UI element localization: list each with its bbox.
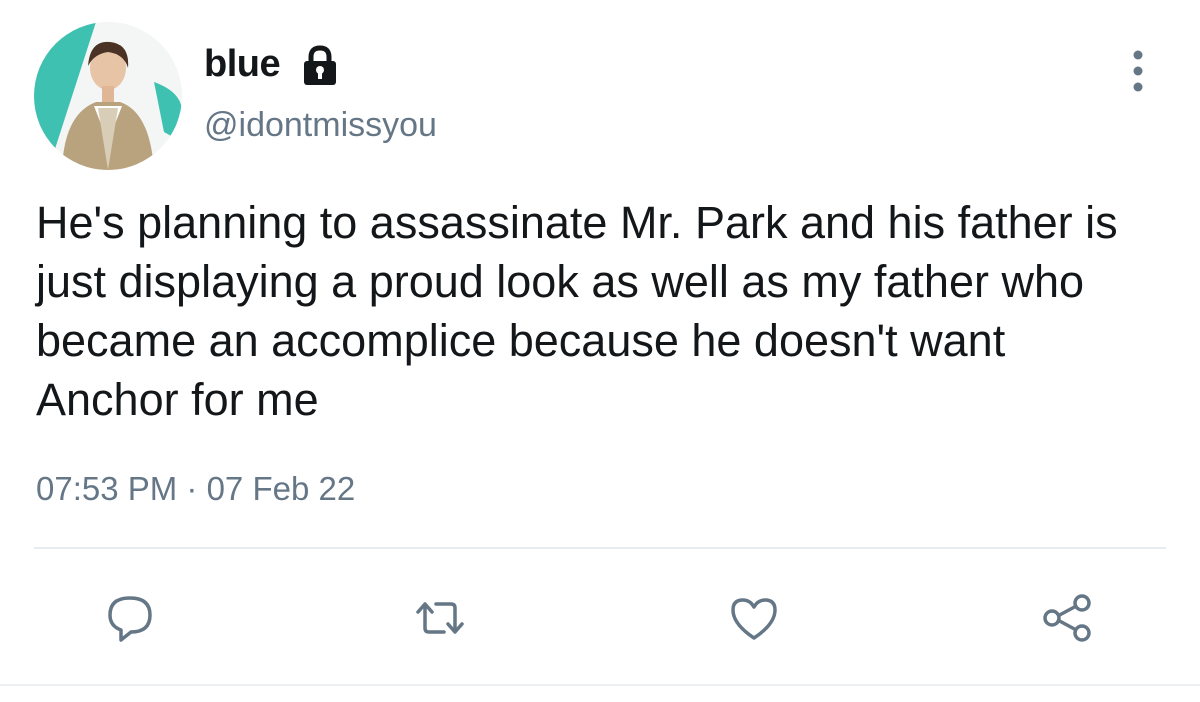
reply-button[interactable] xyxy=(102,590,158,646)
share-icon xyxy=(1040,592,1096,644)
profile-avatar[interactable] xyxy=(34,22,182,170)
user-name-row: blue xyxy=(204,38,340,90)
retweet-icon xyxy=(412,592,468,644)
tweet-text: He's planning to assassinate Mr. Park an… xyxy=(36,197,1118,425)
divider xyxy=(34,547,1166,549)
bottom-divider xyxy=(0,684,1200,686)
tweet-card: blue @idontmissyou He's planning to assa… xyxy=(0,0,1200,702)
comment-icon xyxy=(104,592,156,644)
tweet-timestamp[interactable]: 07:53 PM · 07 Feb 22 xyxy=(36,470,355,508)
avatar-image xyxy=(34,22,182,170)
user-handle[interactable]: @idontmissyou xyxy=(204,106,437,145)
display-name[interactable]: blue xyxy=(204,43,281,86)
like-button[interactable] xyxy=(726,590,782,646)
heart-icon xyxy=(728,594,780,642)
retweet-button[interactable] xyxy=(412,590,468,646)
lock-icon xyxy=(300,45,340,89)
more-options-icon[interactable] xyxy=(1124,48,1152,94)
share-button[interactable] xyxy=(1040,590,1096,646)
